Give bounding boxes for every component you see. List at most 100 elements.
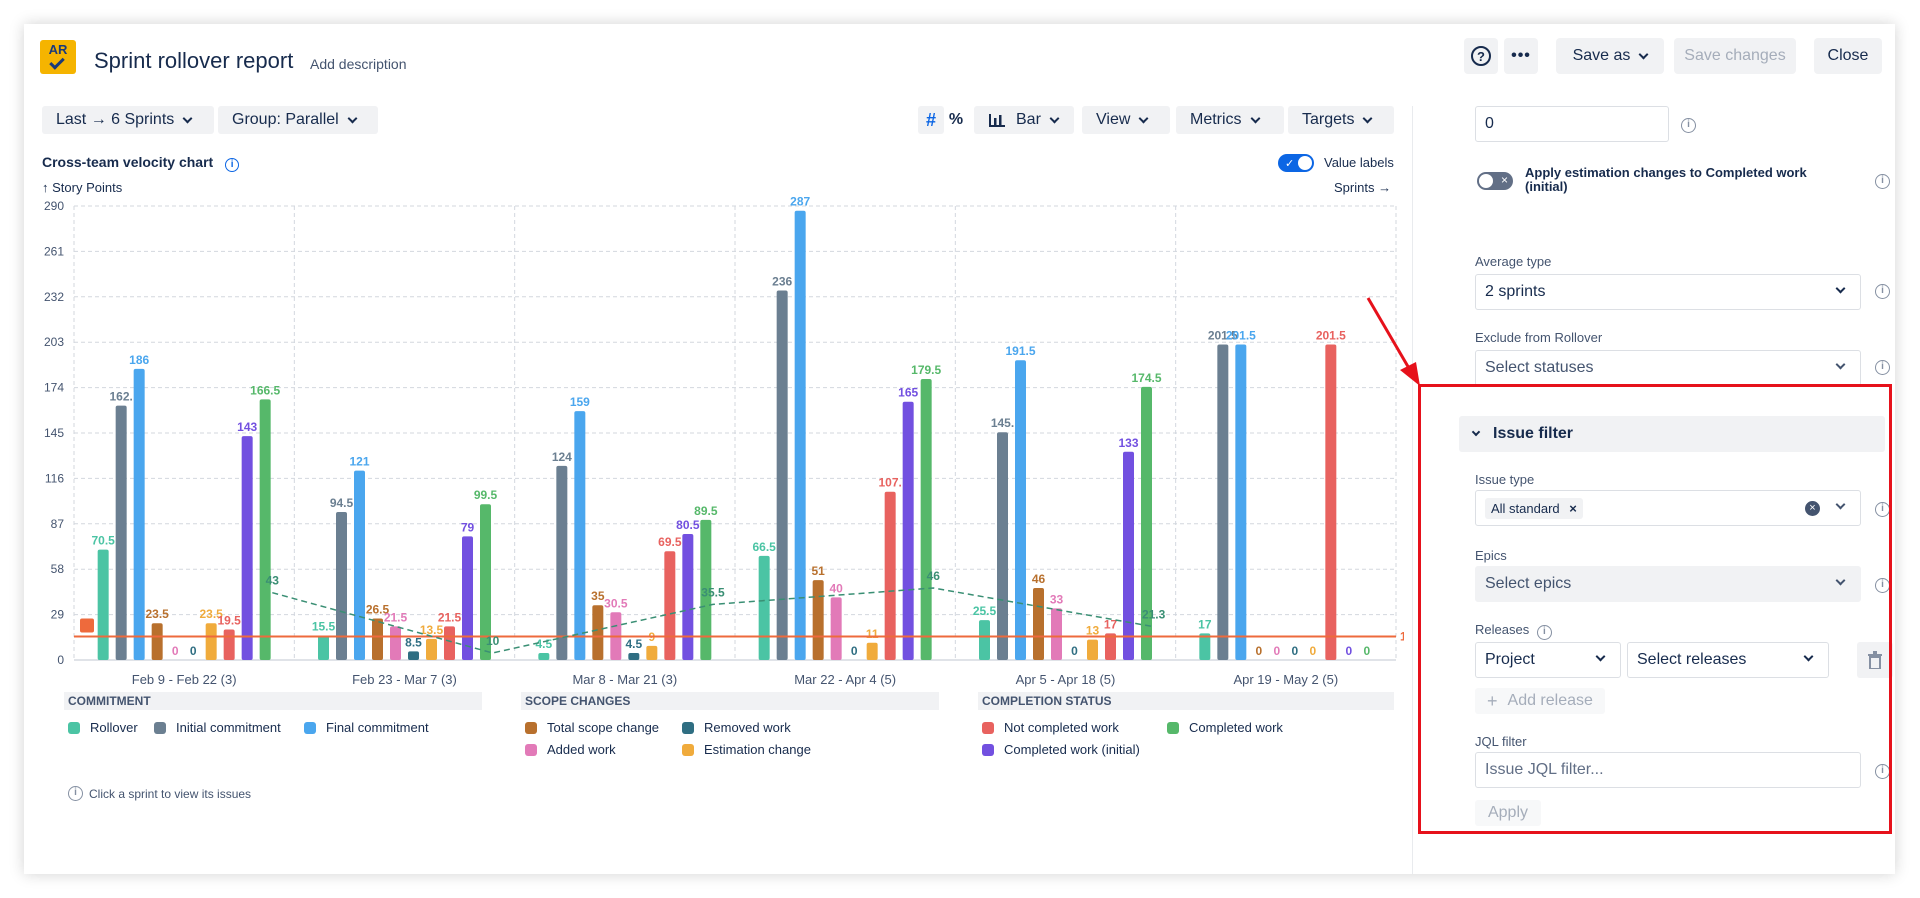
apply-estimation-label: Apply estimation changes to Completed wo… <box>1525 165 1807 194</box>
exclude-rollover-label: Exclude from Rollover <box>1475 330 1603 345</box>
info-icon[interactable]: i <box>1681 118 1696 133</box>
legend-label: Rollover <box>90 720 138 735</box>
bar <box>538 652 550 660</box>
close-button[interactable]: Close <box>1814 38 1882 74</box>
legend-completion-title: COMPLETION STATUS <box>978 692 1394 710</box>
save-changes-label: Save changes <box>1684 47 1786 64</box>
help-button[interactable]: ? <box>1464 38 1498 74</box>
y-tick-label: 87 <box>51 517 65 531</box>
bar-value-label: 143 <box>237 420 257 434</box>
average-type-select[interactable]: 2 sprints <box>1475 274 1861 310</box>
bar-value-label: 70.5 <box>91 534 115 548</box>
bar-value-label: 201.5 <box>1316 329 1346 343</box>
bar <box>574 411 586 660</box>
x-tick-label: Mar 22 - Apr 4 (5) <box>794 672 896 687</box>
y-tick-label: 116 <box>45 471 64 485</box>
legend-item-removed-work[interactable]: Removed work <box>682 720 791 735</box>
bar-value-label: 0 <box>1309 644 1316 658</box>
sprints-dropdown[interactable]: Last → 6 Sprints <box>42 106 214 134</box>
bar-value-label: 46 <box>1032 572 1046 586</box>
value-labels-toggle[interactable]: ✓ <box>1278 154 1314 172</box>
info-icon[interactable]: i <box>1875 360 1890 375</box>
app-logo: AR <box>40 40 76 74</box>
legend-label: Total scope change <box>547 720 660 735</box>
apply-estimation-toggle[interactable]: × <box>1477 172 1513 190</box>
bar <box>682 533 694 660</box>
legend-label: Completed work (initial) <box>1004 742 1140 757</box>
bar <box>997 432 1008 660</box>
bar <box>1051 608 1062 660</box>
y-tick-label: 290 <box>44 199 64 213</box>
exclude-statuses-select[interactable]: Select statuses <box>1475 350 1861 386</box>
y-tick-label: 0 <box>57 653 64 667</box>
hint-text: Click a sprint to view its issues <box>89 786 252 801</box>
chevron-down-icon <box>1138 113 1149 123</box>
bar-value-label: 0 <box>1071 644 1078 658</box>
close-icon: × <box>1500 173 1508 187</box>
velocity-chart[interactable]: 0 29 58 87 116 145 174 203 232 261 290 70.5 162. 186 2… <box>24 194 1404 694</box>
info-icon[interactable]: i <box>1875 284 1890 299</box>
y-tick-label: 232 <box>44 290 64 304</box>
bar <box>866 642 878 660</box>
legend-label: Initial commitment <box>176 720 281 735</box>
info-icon[interactable]: i <box>225 158 240 172</box>
save-as-button[interactable]: Save as <box>1556 38 1664 74</box>
bar <box>318 635 329 660</box>
legend-item-final-commitment[interactable]: Final commitment <box>304 720 429 735</box>
target-value-input[interactable]: 0 <box>1475 106 1669 142</box>
legend-swatch <box>1167 721 1179 734</box>
percent-toggle[interactable]: % <box>944 106 968 134</box>
targets-dropdown[interactable]: Targets <box>1288 106 1394 134</box>
more-button[interactable]: ••• <box>1504 38 1538 74</box>
chart-type-label: Bar <box>1016 111 1041 128</box>
legend-label: Estimation change <box>704 742 811 757</box>
bar-value-label: 35 <box>591 589 605 603</box>
view-dropdown[interactable]: View <box>1082 106 1170 134</box>
bar <box>223 629 235 660</box>
legend-item-estimation-change[interactable]: Estimation change <box>682 742 811 757</box>
chevron-down-icon <box>1835 359 1846 370</box>
bar <box>794 210 806 661</box>
chevron-down-icon <box>182 113 193 123</box>
bar <box>758 555 770 660</box>
legend-item-rollover[interactable]: Rollover <box>68 720 138 735</box>
absolute-values-toggle[interactable]: # <box>918 106 944 134</box>
bar <box>592 605 604 660</box>
bar <box>205 623 217 660</box>
bar <box>812 580 824 660</box>
legend-swatch <box>525 743 537 756</box>
bar <box>133 368 145 660</box>
chevron-down-icon <box>1638 49 1649 59</box>
save-changes-button[interactable]: Save changes <box>1674 38 1796 74</box>
x-tick-label: Apr 5 - Apr 18 (5) <box>1016 672 1116 687</box>
bar-value-label: 79 <box>461 520 475 534</box>
bar-value-label: 186 <box>129 353 149 367</box>
legend-item-total-scope-change[interactable]: Total scope change <box>525 720 659 735</box>
legend-commitment-title: COMMITMENT <box>64 692 482 710</box>
bar-value-label: 94.5 <box>330 496 354 510</box>
chevron-down-icon <box>1250 113 1261 123</box>
bar-value-label: 133 <box>1118 436 1138 450</box>
metrics-dropdown[interactable]: Metrics <box>1176 106 1284 134</box>
legend-swatch <box>982 721 994 734</box>
info-icon[interactable]: i <box>1875 174 1890 189</box>
legend-item-completed-work[interactable]: Completed work <box>1167 720 1283 735</box>
legend-item-initial-commitment[interactable]: Initial commitment <box>154 720 281 735</box>
group-dropdown[interactable]: Group: Parallel <box>218 106 378 134</box>
bar <box>1087 639 1098 660</box>
legend-item-completed-work-initial[interactable]: Completed work (initial) <box>982 742 1140 757</box>
x-tick-label: Feb 9 - Feb 22 (3) <box>132 672 237 687</box>
add-description-link[interactable]: Add description <box>310 56 407 72</box>
bar <box>97 549 109 660</box>
bar-value-label: 0 <box>1255 644 1262 658</box>
legend-item-not-completed-work[interactable]: Not completed work <box>982 720 1119 735</box>
toggle-knob <box>1298 156 1312 170</box>
bar-value-label: 21.5 <box>438 610 462 624</box>
chart-type-dropdown[interactable]: Bar <box>974 106 1074 134</box>
bar <box>920 378 932 660</box>
legend-item-added-work[interactable]: Added work <box>525 742 616 757</box>
bar <box>241 436 253 660</box>
click-sprint-hint: i Click a sprint to view its issues <box>68 786 251 801</box>
y-axis-label: ↑ Story Points <box>42 180 123 195</box>
bar-value-label: 159 <box>570 395 590 409</box>
